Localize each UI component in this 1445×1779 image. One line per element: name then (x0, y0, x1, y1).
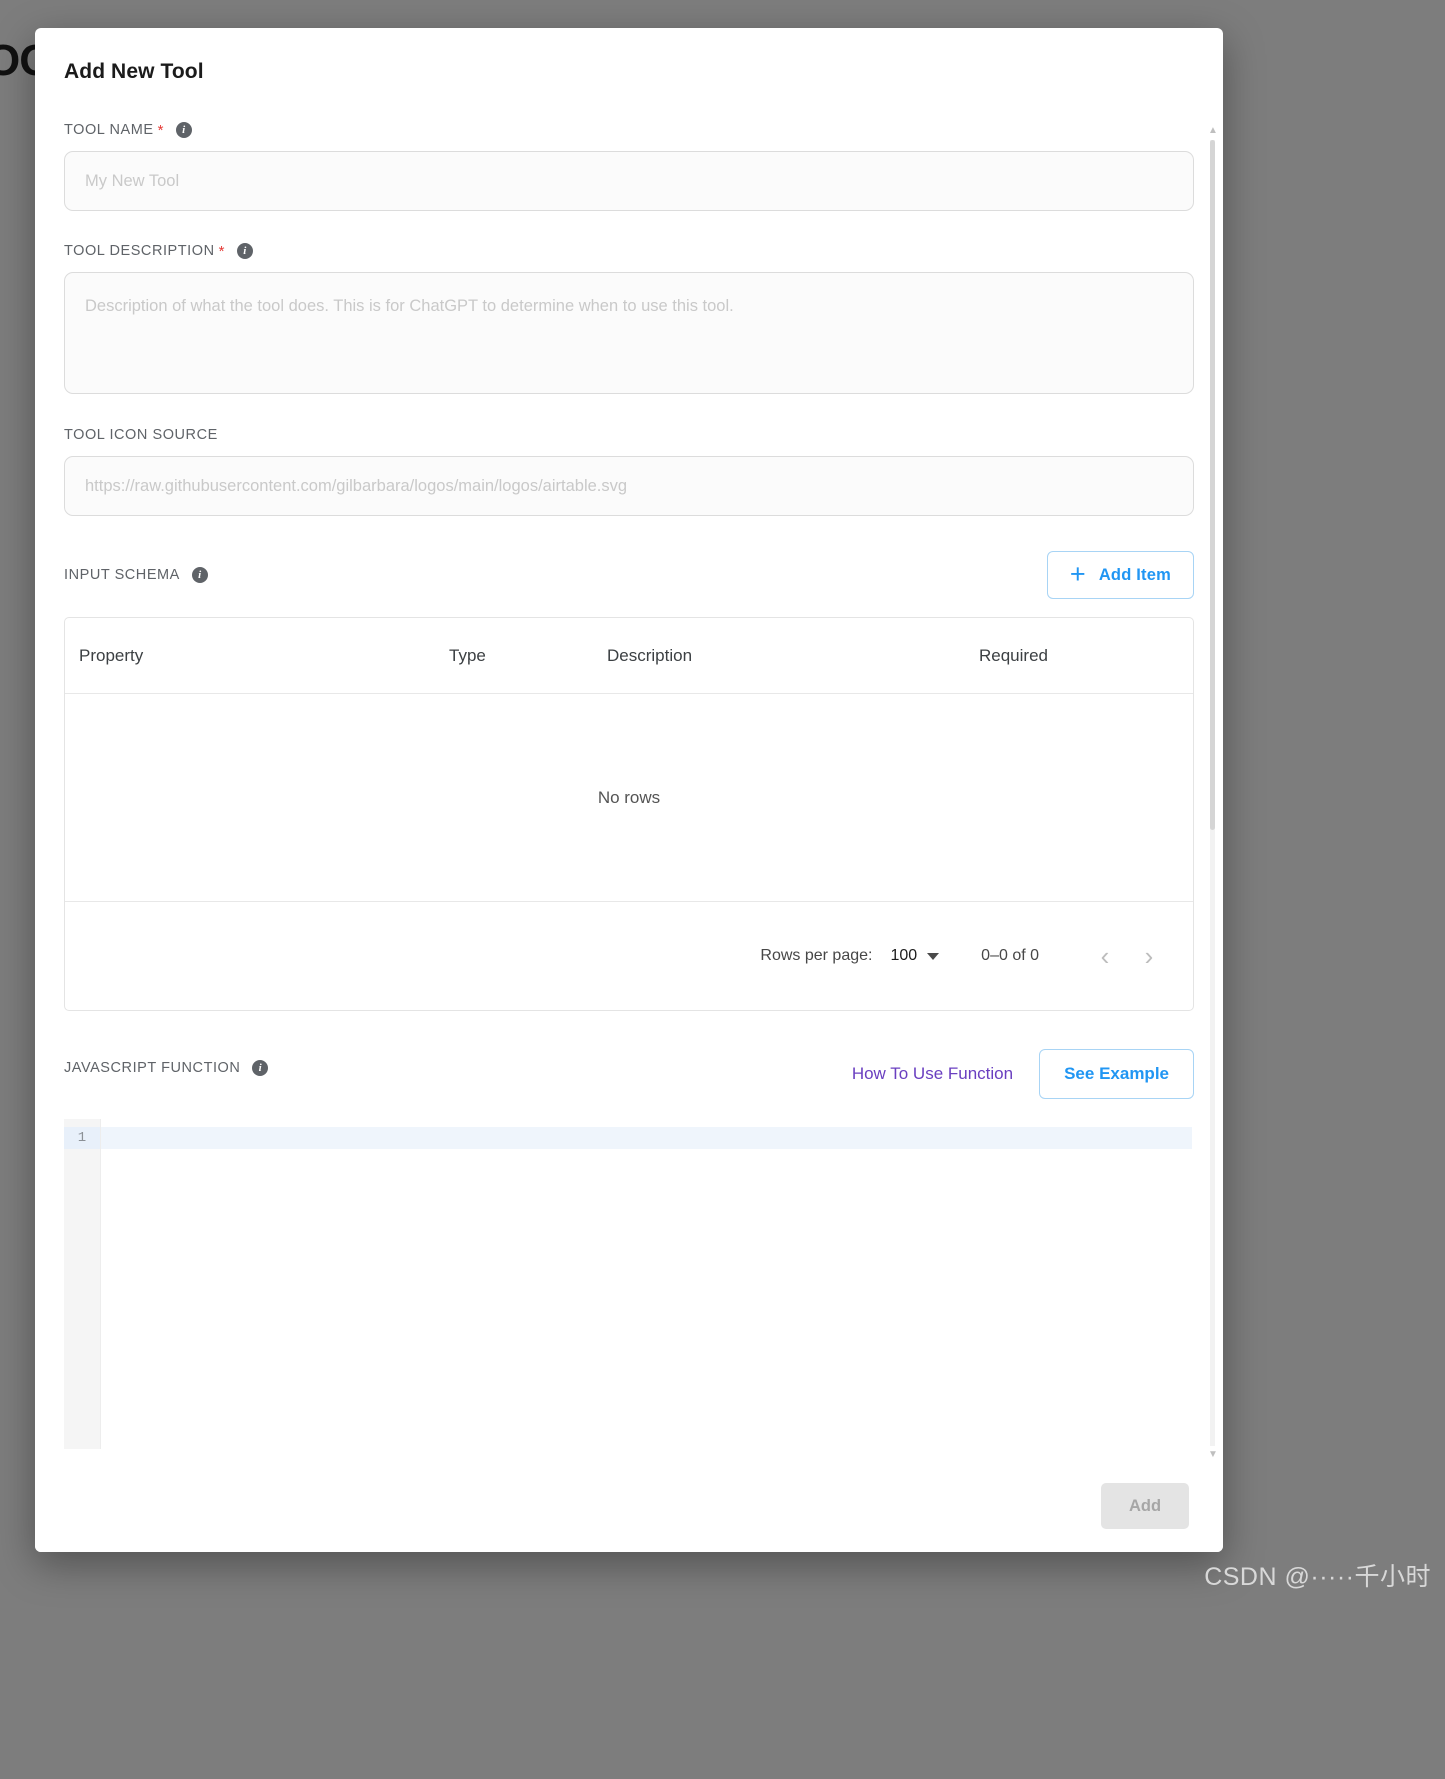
tool-icon-source-label-text: TOOL ICON SOURCE (64, 427, 218, 443)
table-empty-state: No rows (65, 694, 1193, 902)
tool-name-label-text: TOOL NAME (64, 122, 154, 138)
gutter-line-number: 1 (64, 1127, 100, 1149)
tool-description-label-text: TOOL DESCRIPTION (64, 243, 215, 259)
see-example-button[interactable]: See Example (1039, 1049, 1194, 1099)
input-schema-table: Property Type Description Required No ro… (64, 617, 1194, 1011)
tool-description-required-marker: * (218, 242, 225, 260)
info-icon[interactable]: i (252, 1059, 269, 1076)
table-header-row: Property Type Description Required (65, 618, 1193, 694)
info-icon[interactable]: i (175, 122, 192, 138)
info-icon[interactable]: i (191, 567, 208, 583)
info-icon[interactable]: i (237, 243, 253, 259)
table-pagination: Rows per page: 100 0–0 of 0 ‹ › (65, 902, 1193, 1010)
column-header-property[interactable]: Property (79, 646, 449, 666)
tool-icon-source-input[interactable] (64, 456, 1194, 516)
how-to-use-function-link[interactable]: How To Use Function (852, 1064, 1013, 1084)
javascript-function-label: JAVASCRIPT FUNCTION i (64, 1059, 269, 1076)
editor-active-line-highlight (101, 1127, 1192, 1149)
next-page-button[interactable]: › (1127, 934, 1171, 978)
tool-icon-source-label: TOOL ICON SOURCE (64, 427, 1194, 443)
input-schema-label-text: INPUT SCHEMA (64, 567, 180, 583)
javascript-function-actions: How To Use Function See Example (852, 1049, 1194, 1099)
add-new-tool-dialog: Add New Tool TOOL NAME * i TOOL DESCRIPT… (35, 28, 1223, 1552)
add-button[interactable]: Add (1101, 1483, 1189, 1529)
rows-per-page-value: 100 (890, 947, 918, 964)
previous-page-button[interactable]: ‹ (1083, 934, 1127, 978)
scroll-down-arrow-icon[interactable]: ▼ (1208, 1450, 1218, 1460)
scrollbar-thumb[interactable] (1210, 140, 1215, 830)
add-item-button-label: Add Item (1098, 565, 1171, 584)
tool-name-input[interactable] (64, 151, 1194, 211)
tool-description-textarea[interactable] (64, 272, 1194, 394)
rows-per-page-select[interactable]: 100 (890, 947, 940, 965)
editor-code-area[interactable] (101, 1119, 1194, 1449)
tool-name-required-marker: * (157, 121, 164, 139)
plus-icon: + (1069, 558, 1086, 589)
chevron-down-icon (927, 952, 940, 960)
rows-per-page-label: Rows per page: (760, 947, 873, 964)
editor-gutter: 1 (64, 1119, 101, 1449)
dialog-body: TOOL NAME * i TOOL DESCRIPTION * i TOOL … (35, 100, 1223, 1460)
add-item-button[interactable]: + Add Item (1046, 551, 1194, 599)
tool-name-label: TOOL NAME * i (64, 122, 1194, 138)
tool-description-label: TOOL DESCRIPTION * i (64, 243, 1194, 259)
dialog-scrollbar[interactable]: ▲ ▼ (1208, 126, 1218, 1460)
javascript-function-label-text: JAVASCRIPT FUNCTION (64, 1059, 241, 1076)
column-header-description[interactable]: Description (607, 646, 979, 666)
dialog-title: Add New Tool (64, 60, 204, 83)
javascript-code-editor[interactable]: 1 (64, 1119, 1194, 1449)
javascript-function-header: JAVASCRIPT FUNCTION i How To Use Functio… (64, 1049, 1194, 1099)
input-schema-label: INPUT SCHEMA i (64, 567, 208, 583)
dialog-footer: Add (35, 1460, 1223, 1552)
pagination-range: 0–0 of 0 (981, 947, 1039, 964)
input-schema-header: INPUT SCHEMA i + Add Item (64, 551, 1194, 599)
column-header-required[interactable]: Required (979, 646, 1179, 666)
scroll-up-arrow-icon[interactable]: ▲ (1208, 126, 1218, 136)
column-header-type[interactable]: Type (449, 646, 607, 666)
